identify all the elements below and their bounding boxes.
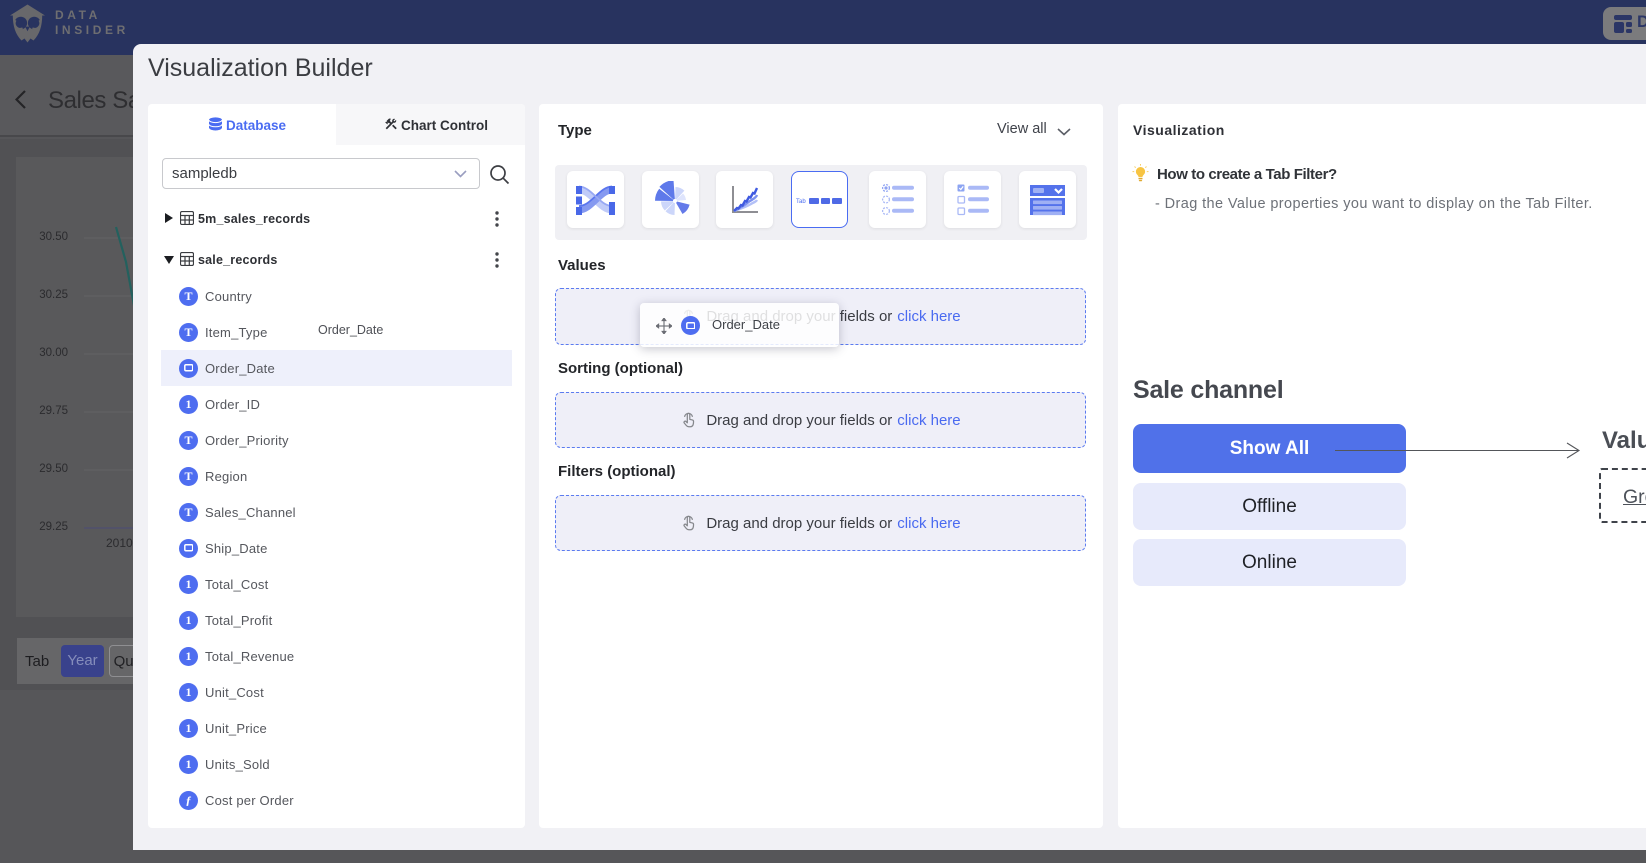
svg-text:Tab: Tab <box>796 199 806 205</box>
